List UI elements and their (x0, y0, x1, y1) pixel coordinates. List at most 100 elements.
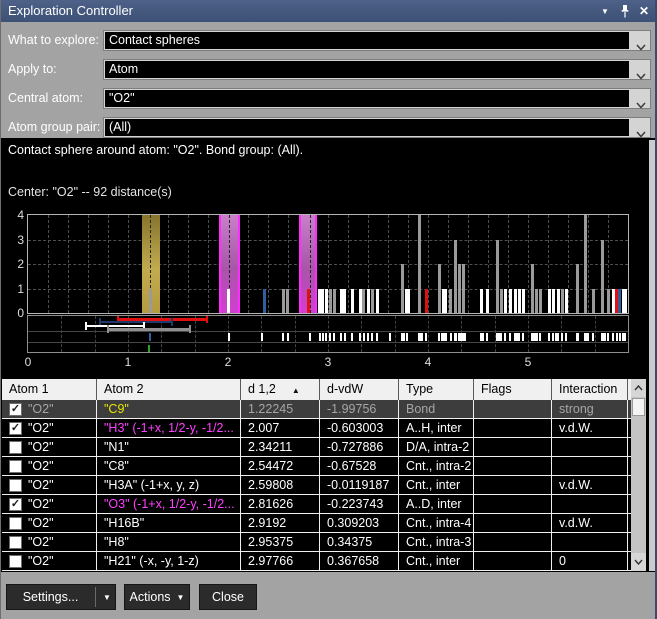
histogram-bar (438, 264, 441, 313)
histogram-bar (329, 289, 332, 314)
actions-button[interactable]: Actions ▼ (124, 584, 190, 610)
vgridline (208, 215, 209, 313)
checkbox-unchecked[interactable] (9, 536, 22, 549)
x-tick-label: 4 (417, 355, 439, 369)
combo-apply-to-[interactable]: Atom (103, 59, 651, 80)
vgridline (268, 215, 269, 313)
histogram-bar (535, 289, 538, 314)
table-row[interactable]: ✓"O2""O3" (-1+x, 1/2-y, -1/2...2.81626-0… (2, 495, 631, 514)
close-button[interactable]: Close (199, 584, 257, 610)
table-row[interactable]: "O2""H8"2.953750.34375Cnt., intra-3 (2, 533, 631, 552)
form-label-1: Apply to: (8, 59, 57, 80)
settings-button-label[interactable]: Settings... (7, 585, 94, 609)
distance-rug-tick (333, 333, 335, 341)
close-button-label: Close (212, 590, 244, 604)
y-tick-label: 4 (0, 208, 24, 222)
distance-rug-tick (539, 333, 541, 341)
histogram-bar (458, 264, 461, 313)
cell-d-vdw: -0.603003 (320, 419, 399, 437)
column-header-type[interactable]: Type (399, 379, 474, 400)
cell-d-vdw: 0.367658 (320, 552, 399, 570)
sort-ascending-icon: ▲ (292, 386, 300, 395)
distance-rug-tick (261, 333, 263, 341)
table-row[interactable]: "O2""H3A" (-1+x, y, z)2.59808-0.0119187C… (2, 476, 631, 495)
settings-button[interactable]: Settings... ▼ (6, 584, 116, 610)
column-header-flags[interactable]: Flags (474, 379, 552, 400)
distance-rug-tick (319, 333, 321, 341)
vgridline (428, 215, 429, 313)
y-tick-label: 0 (0, 306, 24, 320)
table-scrollbar[interactable] (631, 379, 646, 571)
table-scrollbar-thumb[interactable] (632, 398, 645, 416)
checkbox-checked[interactable]: ✓ (9, 422, 22, 435)
cell-flags (474, 457, 552, 475)
strip-gridline (61, 316, 62, 352)
histogram-bar (557, 289, 560, 314)
histogram-bar (601, 240, 604, 314)
chevron-down-icon[interactable] (636, 38, 646, 56)
scroll-down-icon[interactable] (631, 553, 646, 571)
distance-range-strip[interactable] (27, 315, 629, 353)
distance-rug-tick (367, 333, 369, 341)
table-row[interactable]: "O2""H21" (-x, -y, 1-z)2.977660.367658Cn… (2, 552, 631, 571)
table-row[interactable]: ✓"O2""H3" (-1+x, 1/2-y, -1/2...2.007-0.6… (2, 419, 631, 438)
table-row[interactable]: "O2""C8"2.54472-0.67528Cnt., intra-2 (2, 457, 631, 476)
distance-histogram-plot[interactable] (27, 214, 629, 314)
distance-rug-tick (359, 333, 361, 341)
distance-rug-tick (455, 333, 457, 341)
form-label-0: What to explore: (8, 30, 99, 51)
titlebar-menu-chevron-down-icon[interactable]: ▼ (597, 0, 613, 22)
cell-d12: 2.54472 (241, 457, 320, 475)
checkbox-unchecked[interactable] (9, 479, 22, 492)
checkbox-unchecked[interactable] (9, 441, 22, 454)
titlebar-close-icon[interactable]: ✕ (636, 0, 652, 22)
chevron-down-icon[interactable] (636, 67, 646, 85)
combo-atom-group-pair-[interactable]: (All) (103, 117, 651, 138)
distance-rug-tick (604, 333, 606, 341)
contact-sphere-panel: Contact sphere around atom: "O2". Bond g… (0, 138, 657, 572)
checkbox-unchecked[interactable] (9, 460, 22, 473)
cell-flags (474, 495, 552, 513)
titlebar-pin-icon[interactable] (617, 0, 633, 22)
distance-rug-tick (624, 333, 626, 341)
table-row[interactable]: ✓"O2""C9"1.22245-1.99756Bondstrong (2, 400, 631, 419)
histogram-bar (418, 215, 421, 313)
combo-value: Contact spheres (105, 32, 629, 49)
distance-rug-tick (282, 333, 284, 341)
table-row[interactable]: "O2""N1"2.34211-0.727886D/A, intra-2 (2, 438, 631, 457)
distance-rug-tick (376, 333, 378, 341)
histogram-bar (263, 289, 266, 314)
histogram-bar (624, 289, 627, 314)
combo-central-atom-[interactable]: "O2" (103, 88, 651, 109)
scroll-up-icon[interactable] (631, 379, 646, 397)
combo-what-to-explore-[interactable]: Contact spheres (103, 30, 651, 51)
checkbox-checked[interactable]: ✓ (9, 498, 22, 511)
y-tick-label: 3 (0, 233, 24, 247)
column-header-atom-1[interactable]: Atom 1 (2, 379, 97, 400)
checkbox-unchecked[interactable] (9, 555, 22, 568)
checkbox-checked[interactable]: ✓ (9, 403, 22, 416)
distance-rug-tick (445, 333, 447, 341)
chevron-down-icon[interactable] (636, 96, 646, 114)
cell-type: Cnt., inter (399, 552, 474, 570)
titlebar[interactable]: Exploration Controller ▼ ✕ (0, 0, 657, 22)
checkbox-unchecked[interactable] (9, 517, 22, 530)
distance-rug-tick (557, 333, 559, 341)
column-header-d-1-2[interactable]: d 1,2▲ (241, 379, 320, 400)
distance-rug-tick (450, 333, 452, 341)
distance-rug-tick (518, 333, 520, 341)
y-tick-label: 1 (0, 282, 24, 296)
distance-rug-tick (403, 333, 405, 341)
cell-interaction (552, 457, 628, 475)
x-tick-label: 1 (117, 355, 139, 369)
settings-dropdown-chevron-down-icon[interactable]: ▼ (99, 585, 115, 609)
distance-rug-tick (565, 333, 567, 341)
cell-atom1: ✓"O2" (2, 495, 97, 513)
cell-d12: 2.97766 (241, 552, 320, 570)
column-header-interaction[interactable]: Interaction (552, 379, 628, 400)
column-header-d-vdw[interactable]: d-vdW (320, 379, 399, 400)
table-row[interactable]: "O2""H16B"2.91920.309203Cnt., intra-4v.d… (2, 514, 631, 533)
column-header-atom-2[interactable]: Atom 2 (97, 379, 241, 400)
cell-atom1: "O2" (2, 438, 97, 456)
histogram-bar (362, 289, 365, 314)
